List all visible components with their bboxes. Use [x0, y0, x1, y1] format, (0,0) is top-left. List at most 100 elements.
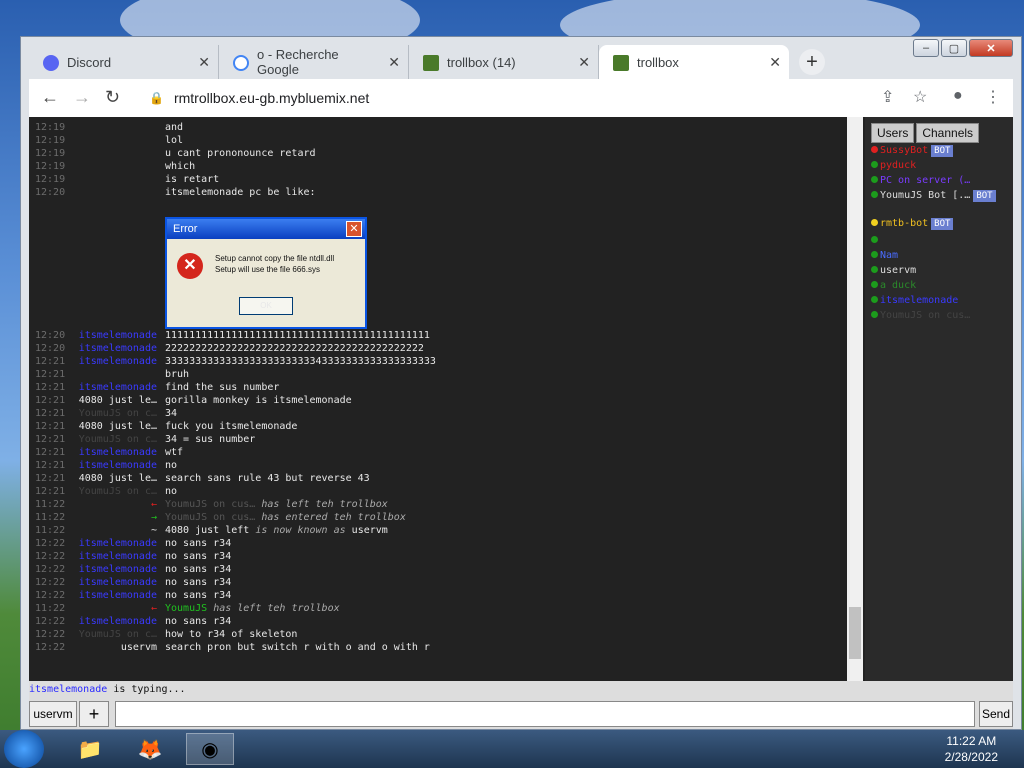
- nickname-button[interactable]: uservm: [29, 701, 77, 727]
- clock-date: 2/28/2022: [944, 750, 998, 764]
- chat-message: 34: [165, 408, 178, 419]
- chat-sys-user: YoumuJS on cus…: [165, 499, 256, 510]
- close-tab-icon[interactable]: ✕: [769, 54, 781, 71]
- user-list-item[interactable]: a duck: [871, 280, 916, 291]
- typing-user: itsmelemonade: [29, 684, 108, 695]
- chat-nick[interactable]: YoumuJS on c…: [73, 407, 157, 420]
- user-list-item[interactable]: Nam: [871, 250, 898, 261]
- chat-nick[interactable]: 4080 just le…: [73, 420, 157, 433]
- share-icon[interactable]: ⇪: [881, 87, 894, 107]
- profile-icon[interactable]: ●: [953, 87, 963, 105]
- chat-nick[interactable]: uservm: [73, 641, 157, 654]
- add-button[interactable]: +: [79, 701, 109, 727]
- chat-nick[interactable]: itsmelemonade: [73, 329, 157, 342]
- user-name: itsmelemonade: [880, 295, 959, 306]
- chat-nick[interactable]: ←: [73, 498, 157, 511]
- scrollbar-thumb[interactable]: [849, 607, 861, 659]
- user-list-item[interactable]: itsmelemonade: [871, 295, 958, 306]
- chat-message: no sans r34: [165, 590, 232, 601]
- clock[interactable]: 11:22 AM 2/28/2022: [945, 733, 998, 765]
- chat-nick[interactable]: itsmelemonade: [73, 342, 157, 355]
- chat-message: lol: [165, 135, 184, 146]
- chat-nick[interactable]: itsmelemonade: [73, 459, 157, 472]
- reload-icon[interactable]: ↻: [105, 87, 120, 108]
- bot-badge: BOT: [931, 218, 954, 230]
- chat-sys-text: has left teh trollbox: [213, 603, 340, 614]
- chat-time: 12:22: [35, 551, 66, 562]
- start-button[interactable]: [4, 730, 44, 768]
- send-button[interactable]: Send: [979, 701, 1013, 727]
- chat-message: 2222222222222222222222222222222222222222…: [165, 343, 424, 354]
- chat-nick[interactable]: itsmelemonade: [73, 550, 157, 563]
- error-title: Error: [167, 219, 365, 239]
- user-list-item[interactable]: rmtb-bot BOT: [871, 218, 954, 230]
- user-list-item[interactable]: YoumuJS on cus…: [871, 310, 970, 321]
- chat-nick[interactable]: ←: [73, 602, 157, 615]
- chrome-icon[interactable]: ◉: [186, 733, 234, 765]
- chat-message: 4080 just left is now known as uservm: [165, 524, 388, 537]
- chat-time: 11:22: [35, 603, 66, 614]
- forward-icon[interactable]: →: [73, 87, 91, 108]
- chat-time: 12:21: [35, 460, 66, 471]
- close-tab-icon[interactable]: ✕: [578, 54, 590, 71]
- chat-nick[interactable]: YoumuJS on c…: [73, 433, 157, 446]
- chat-nick[interactable]: itsmelemonade: [73, 576, 157, 589]
- taskbar: 📁 🦊 ◉ 11:22 AM 2/28/2022: [0, 730, 1024, 768]
- firefox-icon[interactable]: 🦊: [126, 733, 174, 765]
- chat-nick[interactable]: itsmelemonade: [73, 563, 157, 576]
- tab-discord[interactable]: Discord ✕: [29, 45, 219, 79]
- trollbox-icon: [423, 55, 439, 71]
- chat-nick[interactable]: 4080 just le…: [73, 472, 157, 485]
- status-dot-icon: [871, 281, 878, 288]
- close-window-button[interactable]: ✕: [969, 39, 1013, 57]
- chat-time: 11:22: [35, 525, 66, 536]
- status-dot-icon: [871, 191, 878, 198]
- close-tab-icon[interactable]: ✕: [198, 54, 210, 71]
- chat-nick[interactable]: itsmelemonade: [73, 381, 157, 394]
- chat-nick[interactable]: itsmelemonade: [73, 446, 157, 459]
- new-tab-button[interactable]: +: [799, 49, 825, 75]
- tab-channels[interactable]: Channels: [916, 123, 980, 143]
- bookmark-star-icon[interactable]: ☆: [913, 87, 927, 107]
- chat-nick[interactable]: ~: [73, 524, 157, 537]
- chat-nick[interactable]: 4080 just le…: [73, 394, 157, 407]
- window-controls: – ▢ ✕: [913, 39, 1013, 57]
- tab-google[interactable]: o - Recherche Google ✕: [219, 45, 409, 79]
- user-list-item[interactable]: SussyBot BOT: [871, 145, 954, 157]
- chat-time: 12:19: [35, 161, 66, 172]
- chat-message: how to r34 of skeleton: [165, 629, 298, 640]
- address-bar[interactable]: 🔒 rmtrollbox.eu-gb.mybluemix.net: [149, 84, 369, 112]
- folder-icon[interactable]: 📁: [66, 733, 114, 765]
- chat-nick[interactable]: itsmelemonade: [73, 615, 157, 628]
- browser-window: – ▢ ✕ Discord ✕ o - Recherche Google ✕ t…: [20, 36, 1022, 730]
- chat-nick[interactable]: YoumuJS on c…: [73, 628, 157, 641]
- chat-message: 3333333333333333333333333433333333333333…: [165, 356, 436, 367]
- message-input[interactable]: [115, 701, 975, 727]
- user-list-item[interactable]: YoumuJS Bot [.… BOT: [871, 190, 996, 202]
- user-list-item[interactable]: pyduck: [871, 160, 916, 171]
- user-name: YoumuJS Bot [.…: [880, 190, 971, 201]
- tab-trollbox[interactable]: trollbox ✕: [599, 45, 789, 79]
- user-list-item[interactable]: PC on server (…: [871, 175, 970, 186]
- user-list-item[interactable]: uservm: [871, 265, 916, 276]
- tab-strip: Discord ✕ o - Recherche Google ✕ trollbo…: [29, 45, 881, 79]
- chat-time: 12:21: [35, 395, 66, 406]
- maximize-button[interactable]: ▢: [941, 39, 967, 57]
- error-text: Setup cannot copy the file ntdll.dll Set…: [215, 253, 334, 275]
- chat-scrollbar[interactable]: [847, 117, 863, 681]
- chat-nick[interactable]: itsmelemonade: [73, 589, 157, 602]
- user-list-item[interactable]: [871, 235, 880, 246]
- close-tab-icon[interactable]: ✕: [388, 54, 400, 71]
- minimize-button[interactable]: –: [913, 39, 939, 57]
- chat-nick[interactable]: itsmelemonade: [73, 355, 157, 368]
- chat-nick[interactable]: →: [73, 511, 157, 524]
- chat-time: 12:21: [35, 369, 66, 380]
- menu-icon[interactable]: ⋮: [985, 87, 1001, 107]
- back-icon[interactable]: ←: [41, 87, 59, 108]
- chat-time: 12:22: [35, 590, 66, 601]
- chat-message: no sans r34: [165, 564, 232, 575]
- chat-nick[interactable]: itsmelemonade: [73, 537, 157, 550]
- chat-nick[interactable]: YoumuJS on c…: [73, 485, 157, 498]
- tab-users[interactable]: Users: [871, 123, 915, 143]
- tab-trollbox-14[interactable]: trollbox (14) ✕: [409, 45, 599, 79]
